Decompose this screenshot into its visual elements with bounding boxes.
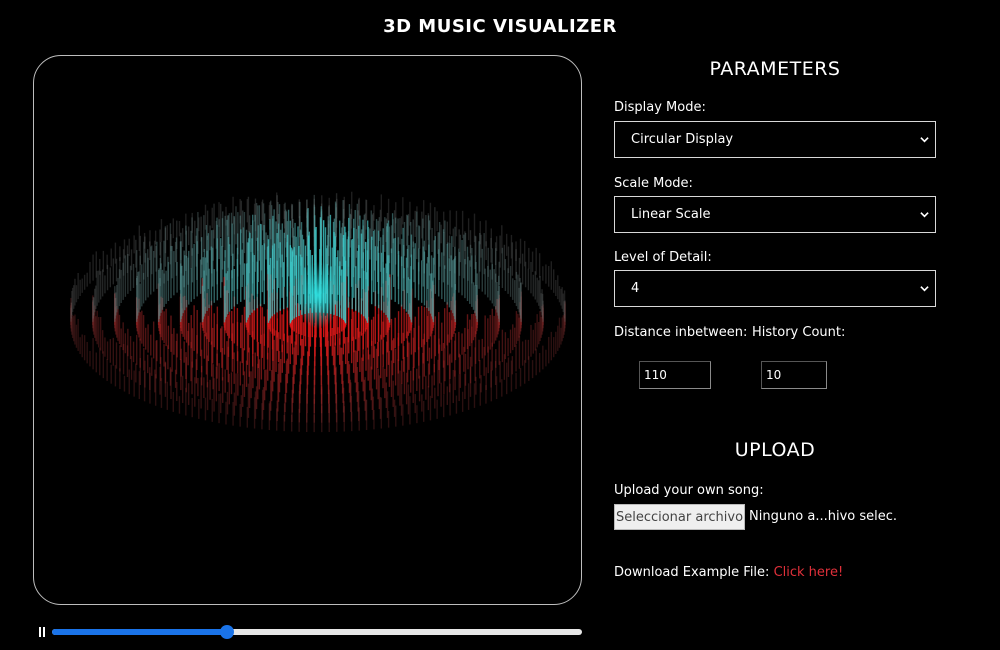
choose-file-button[interactable]: Seleccionar archivo [614,504,745,530]
seek-progress [52,629,227,635]
display-mode-value: Circular Display [631,132,734,147]
scale-mode-label: Scale Mode: [614,176,693,191]
visualizer-canvas[interactable] [33,55,582,605]
file-status: Ninguno a...hivo selec. [749,509,898,524]
app-title: 3D MUSIC VISUALIZER [383,16,617,37]
display-mode-label: Display Mode: [614,100,706,115]
visualizer-svg [70,191,566,433]
download-label: Download Example File: [614,565,770,580]
history-count-input[interactable]: 10 [761,361,827,389]
parameters-title: PARAMETERS [709,58,841,80]
seek-thumb[interactable] [219,625,234,639]
download-link[interactable]: Click here! [774,565,844,580]
level-of-detail-select[interactable]: 4 [614,270,936,307]
distance-label: Distance inbetween: [614,325,748,340]
download-row: Download Example File: Click here! [614,565,843,580]
chevron-down-icon [920,137,929,143]
level-of-detail-label: Level of Detail: [614,250,712,265]
upload-label: Upload your own song: [614,483,764,498]
scale-mode-select[interactable]: Linear Scale [614,196,936,233]
distance-input[interactable]: 110 [639,361,711,389]
display-mode-select[interactable]: Circular Display [614,121,936,158]
audio-player [38,622,584,642]
level-of-detail-value: 4 [631,281,640,296]
seek-slider[interactable] [52,625,582,639]
chevron-down-icon [920,212,929,218]
upload-title: UPLOAD [734,439,816,461]
chevron-down-icon [920,286,929,292]
history-count-label: History Count: [752,325,846,340]
scale-mode-value: Linear Scale [631,207,711,222]
visualizer-core [296,261,340,330]
pause-icon[interactable] [38,627,46,637]
